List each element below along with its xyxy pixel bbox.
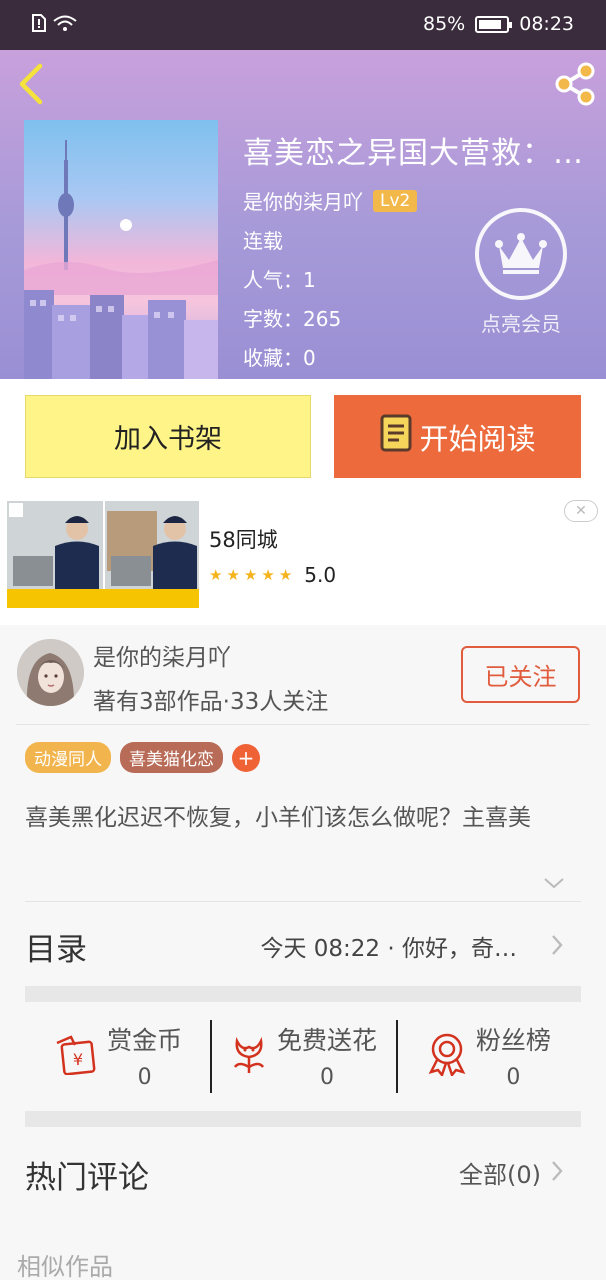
status-bar: 85% 08:23 [0,0,606,50]
similar-works-title: 相似作品 [17,1253,113,1280]
section-separator [25,1111,581,1127]
chevron-right-icon [551,934,563,956]
start-reading-button[interactable]: 开始阅读 [334,395,581,478]
reward-label: 粉丝榜 [475,1026,551,1055]
book-favorites: 收藏：0 [243,346,316,370]
share-icon[interactable] [550,60,598,108]
reward-value: 0 [506,1065,521,1090]
ad-rating-value: 5.0 [304,563,337,587]
sim-icon [32,14,46,36]
medal-icon [426,1032,468,1080]
divider [16,724,590,725]
wifi-icon [52,14,78,36]
star-icon: ★ [261,566,275,584]
back-icon[interactable] [14,62,54,106]
reward-value: 0 [319,1065,334,1090]
author-card: 是你的柒月吖 著有3部作品·33人关注 已关注 [0,625,606,725]
book-cover[interactable] [24,120,218,379]
book-author[interactable]: 是你的柒月吖 [243,186,363,215]
chevron-right-icon [551,1160,563,1182]
expand-chevron-icon[interactable] [543,875,565,889]
flower-icon [229,1033,269,1079]
tag-item[interactable]: 动漫同人 [25,742,111,773]
tag-list: 动漫同人 喜美猫化恋 + [25,742,260,773]
reward-flowers[interactable]: 免费送花 0 [210,1000,395,1111]
author-level-badge: Lv2 [373,189,418,212]
red-envelope-icon: ¥ [53,1033,99,1079]
ad-title: 58同城 [209,528,278,552]
star-icon: ★ [243,566,258,584]
book-header: 喜美恋之异国大营救：… 是你的柒月吖 Lv2 连载 人气：1 字数：265 收藏… [0,50,606,379]
vip-badge[interactable]: 点亮会员 [466,208,576,337]
start-reading-label: 开始阅读 [419,421,536,456]
book-icon [379,413,413,460]
reward-bar: ¥ 赏金币 0 免费送花 0 粉丝榜 0 [25,1000,581,1111]
ad-image[interactable] [7,501,199,608]
vip-label: 点亮会员 [481,312,561,336]
author-name[interactable]: 是你的柒月吖 [93,638,231,672]
ad-banner[interactable]: 58同城 ★ ★ ★ ★ ★ 5.0 ✕ [0,495,606,625]
add-to-shelf-button[interactable]: 加入书架 [25,395,311,478]
table-of-contents-row[interactable]: 目录 今天 08:22 · 你好，奇… [25,902,581,986]
action-bar: 加入书架 开始阅读 [0,379,606,495]
all-comments-link[interactable]: 全部(0) [459,1155,541,1190]
reward-fans[interactable]: 粉丝榜 0 [395,1000,581,1111]
avatar[interactable] [17,639,84,706]
latest-chapter: 今天 08:22 · 你好，奇… [260,936,517,962]
reward-label: 免费送花 [276,1026,377,1055]
ad-rating: ★ ★ ★ ★ ★ 5.0 [209,563,336,587]
add-tag-button[interactable]: + [232,743,260,772]
battery-percent: 85% [423,13,466,35]
follow-button[interactable]: 已关注 [461,646,580,703]
ad-close-icon[interactable]: ✕ [564,500,598,522]
author-stats: 著有3部作品·33人关注 [93,689,329,715]
tag-item[interactable]: 喜美猫化恋 [120,742,223,773]
comments-title: 热门评论 [25,1160,149,1196]
reward-label: 赏金币 [107,1026,183,1055]
reward-coins[interactable]: ¥ 赏金币 0 [25,1000,210,1111]
battery-icon [475,15,513,33]
book-title: 喜美恋之异国大营救：… [243,136,584,171]
star-icon: ★ [226,566,240,584]
crown-icon [475,208,567,300]
clock: 08:23 [519,13,574,35]
hot-comments-row[interactable]: 热门评论 全部(0) [25,1127,581,1217]
reward-value: 0 [137,1065,152,1090]
svg-text:¥: ¥ [73,1050,83,1069]
star-icon: ★ [278,566,293,584]
book-description: 喜美黑化迟迟不恢复，小羊们该怎么做呢？主喜美 [25,805,531,831]
star-icon: ★ [209,566,223,584]
toc-title: 目录 [25,932,87,968]
